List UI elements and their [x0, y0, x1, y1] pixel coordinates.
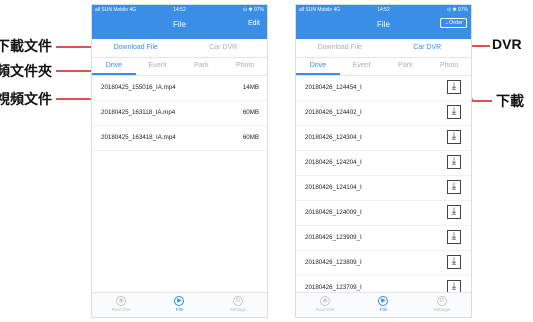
- bottom-tab-settings[interactable]: ⚙ Settings: [413, 293, 471, 317]
- file-name: 20180426_124009_I: [305, 209, 362, 216]
- order-button[interactable]: ⌄Order: [440, 18, 467, 28]
- callout-video-file: 視頻文件: [0, 91, 52, 107]
- file-name: 20180426_123709_I: [305, 284, 362, 291]
- bottom-tab-label: Real time: [111, 307, 131, 312]
- callout-download: 下載: [496, 93, 524, 109]
- download-icon[interactable]: ⤓: [447, 255, 461, 269]
- nav-bar: File Edit: [92, 15, 267, 39]
- battery-text: ⊙ ✱ 97%: [242, 7, 264, 13]
- download-icon[interactable]: ⤓: [447, 130, 461, 144]
- tab-photo[interactable]: Photo: [427, 58, 471, 75]
- file-size: 60MB: [242, 109, 259, 116]
- bottom-tab-bar: ◉ Real time ▶ File ⚙ Settings: [92, 292, 267, 317]
- status-bar: all SUN Mobile 4G 14:52 ⊙ ✱ 97%: [92, 5, 267, 15]
- download-icon[interactable]: ⤓: [447, 180, 461, 194]
- category-tabs: Drive Event Park Photo: [296, 58, 471, 76]
- dvr-file-row[interactable]: 20180426_124304_I ⤓: [296, 126, 471, 151]
- category-tabs: Drive Event Park Photo: [92, 58, 267, 76]
- segment-download-file[interactable]: Download File: [92, 39, 180, 57]
- dvr-file-row[interactable]: 20180426_124402_I ⤓: [296, 101, 471, 126]
- download-icon[interactable]: ⤓: [447, 80, 461, 94]
- download-icon[interactable]: ⤓: [447, 155, 461, 169]
- phone-screen-car-dvr: all SUN Mobile 4G 14:52 ⊙ ✱ 97% File ⌄Or…: [295, 4, 472, 318]
- nav-title: File: [173, 20, 186, 29]
- segment-download-file[interactable]: Download File: [296, 39, 384, 57]
- callout-line-download: [470, 100, 492, 102]
- camera-icon: ◉: [320, 296, 331, 306]
- file-row[interactable]: 20180425_163418_IA.mp4 60MB: [92, 126, 267, 151]
- file-name: 20180426_124104_I: [305, 184, 362, 191]
- file-size: 60MB: [242, 134, 259, 141]
- bottom-tab-label: Real time: [315, 307, 335, 312]
- tab-event[interactable]: Event: [340, 58, 384, 75]
- file-name: 20180425_163118_IA.mp4: [101, 109, 176, 116]
- bottom-tab-label: Settings: [433, 307, 450, 312]
- clock-text: 14:52: [173, 7, 186, 13]
- tab-park[interactable]: Park: [180, 58, 224, 75]
- edit-button[interactable]: Edit: [248, 20, 260, 27]
- file-row[interactable]: 20180425_155016_IA.mp4 14MB: [92, 76, 267, 101]
- file-name: 20180426_124304_I: [305, 134, 362, 141]
- bottom-tab-real-time[interactable]: ◉ Real time: [296, 293, 354, 317]
- dvr-file-row[interactable]: 20180426_123909_I ⤓: [296, 226, 471, 251]
- order-label: Order: [448, 20, 463, 26]
- callout-video-folder: 頻文件夾: [0, 63, 52, 79]
- bottom-tab-label: File: [379, 307, 388, 312]
- nav-bar: File ⌄Order: [296, 15, 471, 39]
- bottom-tab-settings[interactable]: ⚙ Settings: [209, 293, 267, 317]
- file-name: 20180426_124204_I: [305, 159, 362, 166]
- dvr-file-row[interactable]: 20180426_124009_I ⤓: [296, 201, 471, 226]
- tab-drive[interactable]: Drive: [92, 58, 136, 75]
- tab-event[interactable]: Event: [136, 58, 180, 75]
- play-icon: ▶: [174, 296, 185, 306]
- segment-car-dvr[interactable]: Car DVR: [384, 39, 472, 57]
- camera-icon: ◉: [116, 296, 127, 306]
- tab-park[interactable]: Park: [384, 58, 428, 75]
- file-name: 20180426_124402_I: [305, 109, 362, 116]
- download-icon[interactable]: ⤓: [447, 205, 461, 219]
- tab-drive[interactable]: Drive: [296, 58, 340, 75]
- file-name: 20180426_123909_I: [305, 234, 362, 241]
- dvr-file-list: 20180426_124454_I ⤓ 20180426_124402_I ⤓ 2018…: [296, 76, 471, 301]
- bottom-tab-file[interactable]: ▶ File: [150, 293, 208, 317]
- bottom-tab-bar: ◉ Real time ▶ File ⚙ Settings: [296, 292, 471, 317]
- file-name: 20180426_123809_I: [305, 259, 362, 266]
- bottom-tab-label: File: [175, 307, 184, 312]
- battery-text: ⊙ ✱ 97%: [446, 7, 468, 13]
- download-icon[interactable]: ⤓: [447, 230, 461, 244]
- download-icon[interactable]: ⤓: [447, 105, 461, 119]
- tab-photo[interactable]: Photo: [223, 58, 267, 75]
- file-size: 14MB: [242, 84, 259, 91]
- dvr-file-row[interactable]: 20180426_124454_I ⤓: [296, 76, 471, 101]
- gear-icon: ⚙: [232, 296, 243, 306]
- source-segment-control: Download File Car DVR: [296, 39, 471, 58]
- phone-screen-download-file: all SUN Mobile 4G 14:52 ⊙ ✱ 97% File Edi…: [91, 4, 268, 318]
- file-name: 20180426_124454_I: [305, 84, 362, 91]
- bottom-tab-label: Settings: [229, 307, 246, 312]
- dvr-file-row[interactable]: 20180426_124204_I ⤓: [296, 151, 471, 176]
- bottom-tab-real-time[interactable]: ◉ Real time: [92, 293, 150, 317]
- source-segment-control: Download File Car DVR: [92, 39, 267, 58]
- callout-dvr: DVR: [492, 36, 522, 52]
- callout-downloaded-files: 下載文件: [0, 38, 52, 54]
- file-name: 20180425_163418_IA.mp4: [101, 134, 176, 141]
- dvr-file-row[interactable]: 20180426_123809_I ⤓: [296, 251, 471, 276]
- play-icon: ▶: [378, 296, 389, 306]
- file-name: 20180425_155016_IA.mp4: [101, 84, 176, 91]
- clock-text: 14:52: [377, 7, 390, 13]
- status-bar: all SUN Mobile 4G 14:52 ⊙ ✱ 97%: [296, 5, 471, 15]
- gear-icon: ⚙: [436, 296, 447, 306]
- dvr-file-row[interactable]: 20180426_124104_I ⤓: [296, 176, 471, 201]
- bottom-tab-file[interactable]: ▶ File: [354, 293, 412, 317]
- file-row[interactable]: 20180425_163118_IA.mp4 60MB: [92, 101, 267, 126]
- segment-car-dvr[interactable]: Car DVR: [180, 39, 268, 57]
